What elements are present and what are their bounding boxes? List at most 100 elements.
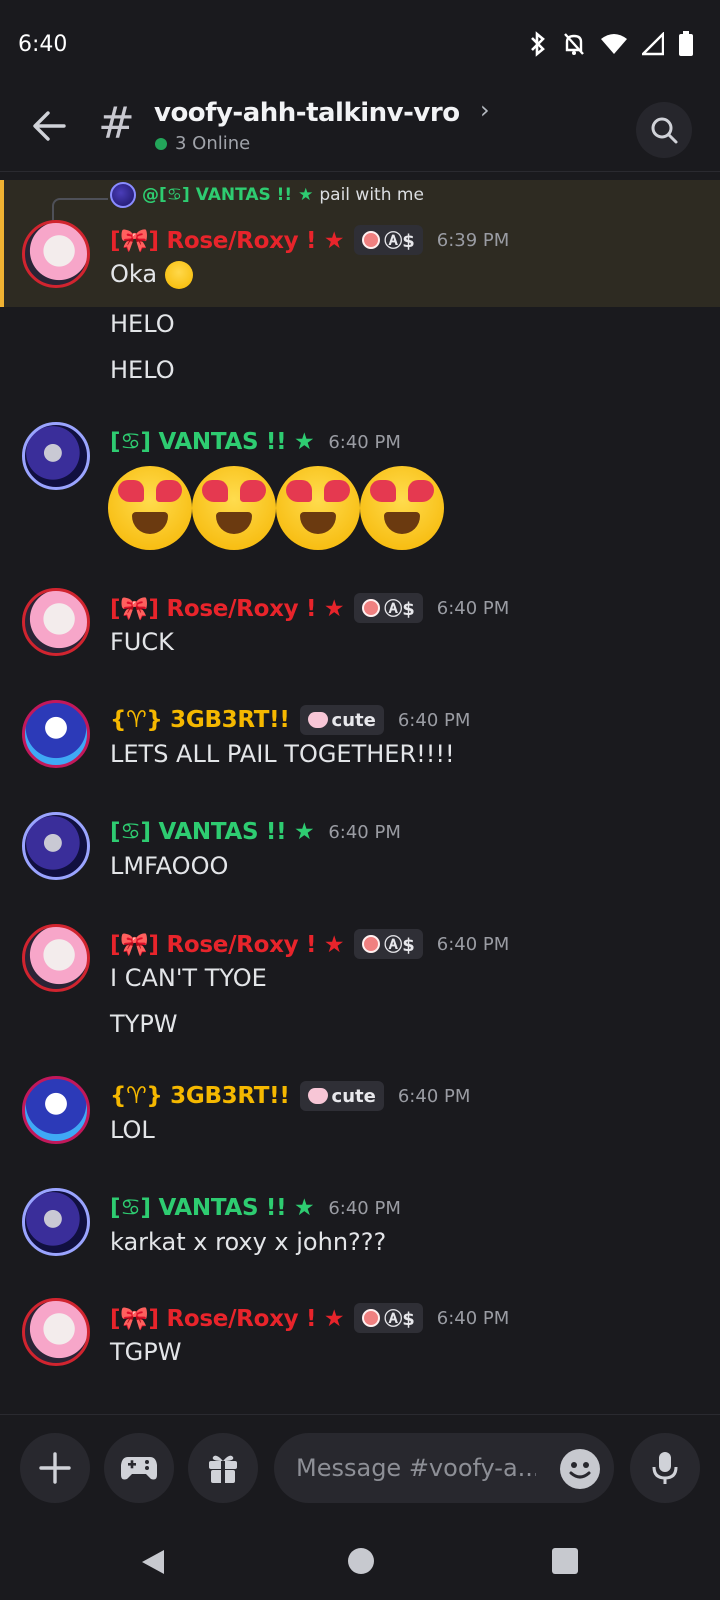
emoji-picker-icon[interactable] — [560, 1449, 600, 1489]
emoji-message — [108, 466, 444, 550]
nav-recents-icon[interactable] — [552, 1548, 578, 1574]
message-timestamp: 6:39 PM — [436, 229, 510, 251]
avatar[interactable] — [22, 588, 90, 656]
message-author[interactable]: [♋] VANTAS !! ★ — [110, 1195, 315, 1221]
wifi-icon — [601, 34, 627, 54]
nav-back-icon[interactable] — [140, 1548, 166, 1576]
tag-label: Ⓐ$ — [384, 231, 415, 252]
heart-eyes-emoji-icon — [360, 466, 444, 550]
message-text: karkat x roxy x john??? — [110, 1228, 387, 1256]
message-timestamp: 6:40 PM — [328, 821, 401, 843]
message-list[interactable]: @[♋] VANTAS !! ★ pail with me [🎀] Rose/R… — [0, 176, 720, 1414]
tag-label: Ⓐ$ — [384, 1309, 415, 1330]
reply-text: pail with me — [319, 185, 424, 205]
microphone-icon — [652, 1452, 678, 1484]
avatar[interactable] — [22, 924, 90, 992]
tag-emblem-icon — [362, 1309, 381, 1327]
heart-eyes-emoji-icon — [164, 261, 193, 289]
nav-home-icon[interactable] — [348, 1548, 374, 1574]
system-nav-bar — [0, 1524, 720, 1600]
avatar[interactable] — [22, 1076, 90, 1144]
message-author[interactable]: {♈} 3GB3RT!! — [110, 1083, 290, 1109]
message-timestamp: 6:40 PM — [328, 1197, 401, 1219]
message-author[interactable]: [🎀] Rose/Roxy ! ★ — [110, 1305, 345, 1332]
message-timestamp: 6:40 PM — [436, 933, 510, 955]
role-tag[interactable]: Ⓐ$ — [354, 929, 423, 959]
avatar[interactable] — [22, 700, 90, 768]
message-timestamp: 6:40 PM — [328, 431, 401, 453]
tag-emblem-icon — [362, 599, 381, 617]
channel-name[interactable]: voofy-ahh-talkinv-vro — [154, 98, 460, 128]
message-text: HELO — [110, 356, 175, 384]
tag-label: Ⓐ$ — [384, 599, 415, 620]
message-text: TGPW — [110, 1338, 182, 1366]
role-tag[interactable]: Ⓐ$ — [354, 1303, 423, 1333]
reply-preview[interactable]: @[♋] VANTAS !! ★ pail with me — [110, 182, 424, 208]
role-tag[interactable]: Ⓐ$ — [354, 593, 423, 623]
back-button[interactable] — [30, 106, 70, 146]
message-text: Oka — [110, 260, 193, 289]
add-attachment-button[interactable] — [20, 1433, 90, 1503]
chevron-right-icon[interactable]: › — [480, 96, 490, 124]
role-tag[interactable]: cute — [299, 705, 384, 735]
message-input-container — [274, 1433, 614, 1503]
message-text: LMFAOOO — [110, 852, 229, 880]
activities-button[interactable] — [104, 1433, 174, 1503]
message-text: LOL — [110, 1116, 155, 1144]
online-status-icon — [155, 138, 167, 150]
heart-eyes-emoji-icon — [108, 466, 192, 550]
gift-button[interactable] — [188, 1433, 258, 1503]
gift-icon — [209, 1455, 237, 1483]
search-icon — [651, 117, 678, 144]
avatar[interactable] — [110, 182, 136, 208]
avatar[interactable] — [22, 1298, 90, 1366]
role-tag[interactable]: Ⓐ$ — [354, 225, 423, 255]
message-timestamp: 6:40 PM — [436, 1307, 510, 1329]
message-timestamp: 6:40 PM — [397, 1085, 471, 1107]
message-composer — [0, 1414, 720, 1524]
avatar[interactable] — [22, 812, 90, 880]
reply-connector — [52, 198, 108, 220]
message-timestamp: 6:40 PM — [436, 597, 510, 619]
status-time: 6:40 — [18, 31, 68, 57]
message-author[interactable]: {♈} 3GB3RT!! — [110, 707, 290, 733]
notifications-off-icon — [564, 33, 584, 55]
message-author[interactable]: [♋] VANTAS !! ★ — [110, 819, 315, 845]
message-text: I CAN'T TYOE — [110, 964, 267, 992]
gamepad-icon — [121, 1457, 157, 1480]
bluetooth-icon — [531, 31, 545, 57]
message-author[interactable]: [🎀] Rose/Roxy ! ★ — [110, 227, 345, 254]
heart-eyes-emoji-icon — [192, 466, 276, 550]
plus-icon — [39, 1452, 71, 1484]
message-text: LETS ALL PAIL TOGETHER!!!! — [110, 740, 455, 768]
avatar[interactable] — [22, 220, 90, 288]
cellular-signal-icon — [642, 32, 664, 56]
avatar[interactable] — [22, 1188, 90, 1256]
tag-label: Ⓐ$ — [384, 935, 415, 956]
message-author[interactable]: [🎀] Rose/Roxy ! ★ — [110, 595, 345, 622]
message-author[interactable]: [🎀] Rose/Roxy ! ★ — [110, 931, 345, 958]
message-author[interactable]: [♋] VANTAS !! ★ — [110, 429, 315, 455]
heart-icon — [307, 712, 328, 728]
tag-emblem-icon — [362, 231, 381, 249]
avatar[interactable] — [22, 422, 90, 490]
message-text: FUCK — [110, 628, 174, 656]
heart-eyes-emoji-icon — [276, 466, 360, 550]
message-text: HELO — [110, 310, 175, 338]
voice-message-button[interactable] — [630, 1433, 700, 1503]
search-button[interactable] — [636, 102, 692, 158]
arrow-left-icon — [33, 111, 66, 141]
message-input[interactable] — [296, 1454, 536, 1482]
channel-hash-icon: # — [98, 98, 135, 149]
message-text: TYPW — [110, 1010, 178, 1038]
battery-icon — [679, 31, 693, 56]
tag-label: cute — [331, 1085, 376, 1107]
tag-emblem-icon — [362, 935, 381, 953]
tag-label: cute — [331, 709, 376, 731]
message-timestamp: 6:40 PM — [397, 709, 471, 731]
online-count: 3 Online — [175, 133, 251, 154]
reply-author[interactable]: @[♋] VANTAS !! ★ — [142, 185, 313, 205]
status-icons — [528, 31, 694, 57]
heart-icon — [307, 1088, 328, 1104]
role-tag[interactable]: cute — [299, 1081, 384, 1111]
